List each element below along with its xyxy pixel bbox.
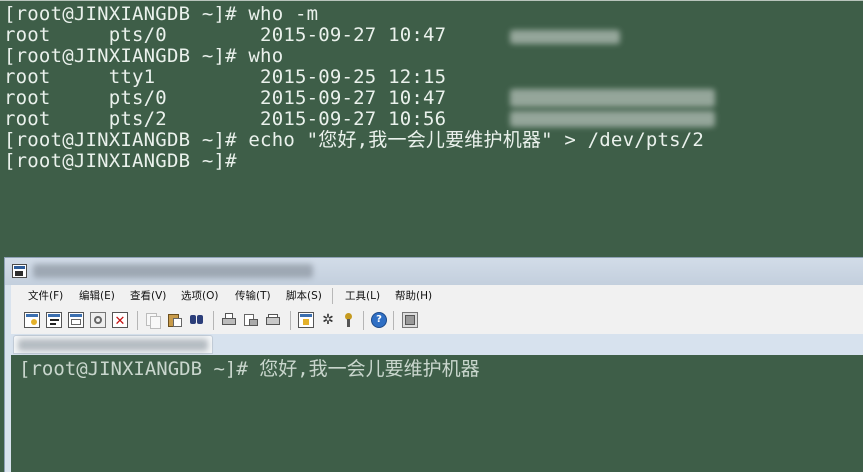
redacted-host [510,30,620,44]
copy-icon[interactable] [145,312,161,329]
terminal-line: root tty1 2015-09-25 12:15 [4,66,447,88]
session-terminal[interactable]: [root@JINXIANGDB ~]# 您好,我一会儿要维护机器 [11,355,863,472]
session-tab[interactable] [13,335,213,354]
client-window: 文件(F) 编辑(E) 查看(V) 选项(O) 传输(T) 脚本(S) 工具(L… [4,257,863,472]
print-screen-icon[interactable] [265,312,281,328]
global-options-icon[interactable]: ✲ [320,312,336,328]
session-tab-bar [11,334,863,355]
terminal-line: [root@JINXIANGDB ~]# who -m [4,3,319,25]
terminal-line: root pts/0 2015-09-27 10:47 [4,87,447,109]
redacted-host [510,89,715,107]
menu-file[interactable]: 文件(F) [28,289,63,303]
redacted-host [510,111,715,127]
menu-view[interactable]: 查看(V) [130,289,166,303]
menu-script[interactable]: 脚本(S) [286,289,322,303]
menu-separator [332,288,333,304]
print-setup-icon[interactable] [243,312,259,328]
menu-bar: 文件(F) 编辑(E) 查看(V) 选项(O) 传输(T) 脚本(S) 工具(L… [11,285,863,308]
terminal-line: [root@JINXIANGDB ~]# [4,150,237,172]
reconnect-icon[interactable] [90,312,106,328]
terminal-line: [root@JINXIANGDB ~]# who [4,45,284,67]
find-icon[interactable] [189,312,205,328]
print-icon[interactable] [221,312,237,328]
menu-transfer[interactable]: 传输(T) [235,289,271,303]
disconnect-icon[interactable]: ✕ [112,312,128,328]
terminal-line: root pts/2 2015-09-27 10:56 [4,108,447,130]
terminal-line: [root@JINXIANGDB ~]# echo "您好,我一会儿要维护机器"… [4,129,705,151]
toolbar-separator [393,311,394,330]
toolbar-separator [363,311,364,330]
terminal-line: [root@JINXIANGDB ~]# 您好,我一会儿要维护机器 [19,358,480,380]
toolbar-separator [137,311,138,330]
redacted-tab-label [18,339,208,351]
toolbar-separator [213,311,214,330]
menu-edit[interactable]: 编辑(E) [79,289,115,303]
key-icon[interactable] [341,312,357,328]
title-bar[interactable] [5,258,863,285]
toolbar-separator [290,311,291,330]
sftp-icon[interactable] [402,312,418,328]
menu-help[interactable]: 帮助(H) [395,289,432,303]
app-icon[interactable] [12,264,27,278]
menu-options[interactable]: 选项(O) [181,289,218,303]
connect-tab-icon[interactable] [68,312,84,328]
toolbar: ✕ ✲ ? [11,307,863,335]
quick-connect-icon[interactable] [46,312,62,328]
menu-tools[interactable]: 工具(L) [345,289,380,303]
top-terminal[interactable]: [root@JINXIANGDB ~]# who -m root pts/0 2… [0,0,863,255]
terminal-line: root pts/0 2015-09-27 10:47 [4,24,447,46]
connect-icon[interactable] [24,312,40,328]
session-options-icon[interactable] [298,312,314,328]
paste-icon[interactable] [167,312,183,328]
help-icon[interactable]: ? [371,312,387,328]
redacted-title [33,264,313,278]
